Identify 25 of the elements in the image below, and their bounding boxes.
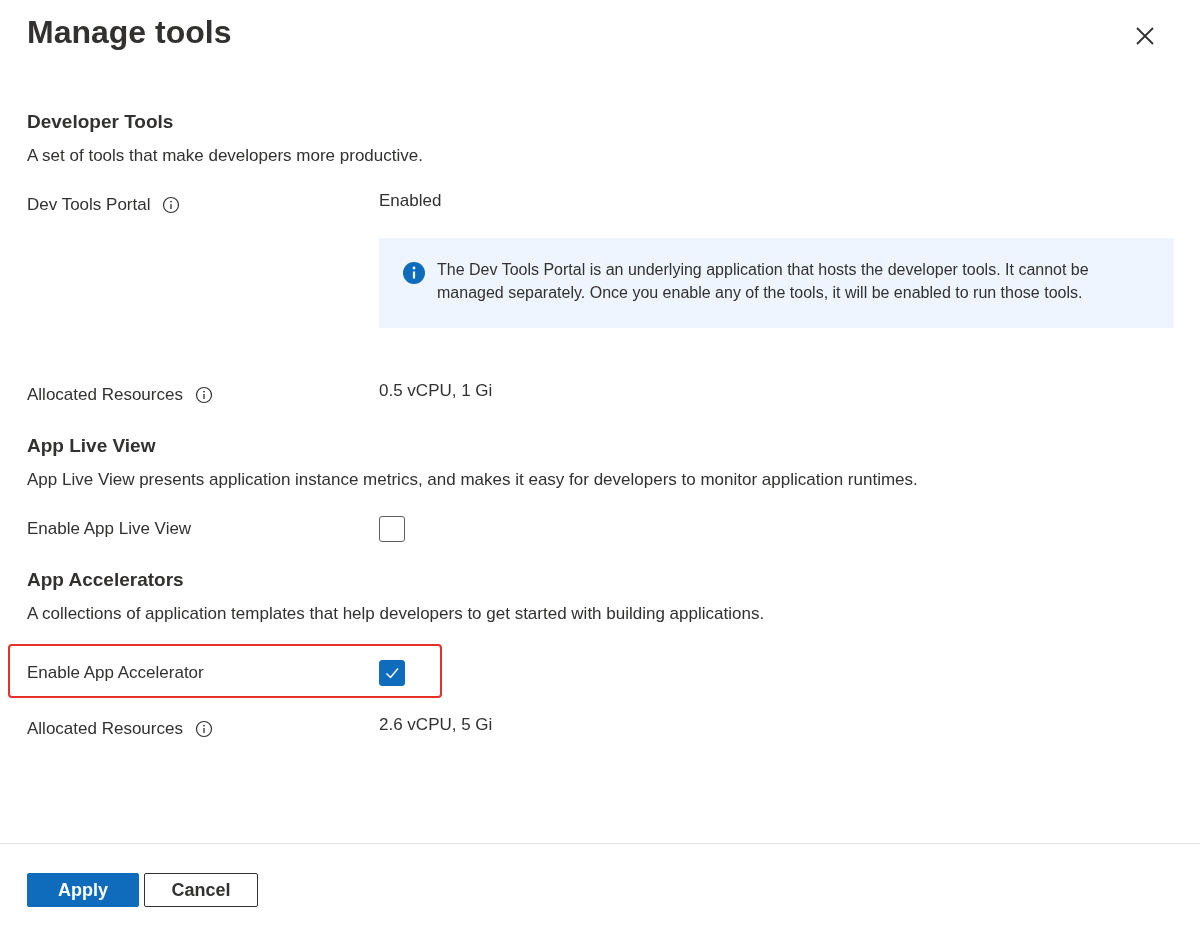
section-heading: Developer Tools [27,110,175,134]
cancel-button[interactable]: Cancel [144,873,258,907]
info-icon[interactable] [162,196,181,214]
section-description: A collections of application templates that help developers to get started with building applications. [27,603,766,625]
checkbox[interactable] [379,516,405,542]
dialog-title: Manage tools [27,13,232,52]
field-label: Enable App Live View [27,518,192,540]
apply-button[interactable]: Apply [27,873,139,907]
info-icon [403,262,425,284]
field-value: 0.5 vCPU, 1 Gi [379,380,493,402]
field-label: Dev Tools Portal [27,194,151,216]
section-description: App Live View presents application instance metrics, and makes it easy for developers to monitor application runtimes. [27,469,919,491]
field-value: Enabled [379,190,442,212]
section-heading: App Accelerators [27,568,185,592]
field-label: Allocated Resources [27,718,183,740]
field-label: Enable App Accelerator [27,662,204,684]
checkbox[interactable] [379,660,405,686]
section-heading: App Live View [27,434,157,458]
info-text: The Dev Tools Portal is an underlying application that hosts the developer tools. It cannot be managed separately. Once you enable any of the tools, it will be enabled to run those tools. [437,260,1090,303]
info-icon[interactable] [194,386,213,404]
section-description: A set of tools that make developers more productive. [27,145,424,167]
field-label: Allocated Resources [27,384,183,406]
check-icon [384,665,400,681]
field-value: 2.6 vCPU, 5 Gi [379,714,493,736]
info-icon[interactable] [194,720,213,738]
